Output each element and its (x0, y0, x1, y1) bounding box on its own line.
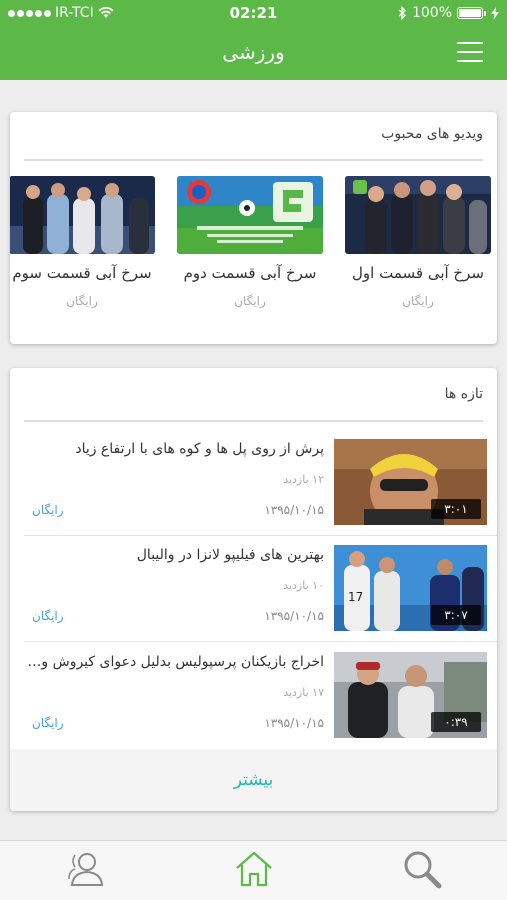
view-count: ۱۰ بازدید (283, 579, 324, 592)
menu-bar (457, 60, 483, 62)
video-title: اخراج بازیکنان پرسپولیس بدلیل دعوای کیرو… (24, 654, 324, 670)
video-thumbnail[interactable]: ۰:۳۹ (334, 652, 487, 738)
menu-button[interactable] (457, 42, 483, 64)
price-link[interactable]: رایگان (32, 716, 64, 730)
row-divider (24, 535, 497, 536)
price-link[interactable]: رایگان (32, 609, 64, 623)
latest-section-title: تازه ها (444, 386, 483, 402)
list-item[interactable]: 17 ۳:۰۷ بهترین های فیلیپو لانزا در والیب… (24, 545, 487, 651)
video-thumbnail[interactable] (345, 176, 491, 254)
popular-video-title: سرخ آبی قسمت اول (352, 264, 484, 282)
bluetooth-icon (398, 6, 406, 20)
svg-text:17: 17 (348, 590, 363, 604)
app-header: IR-TCI 02:21 100% ورزشی (0, 0, 507, 80)
status-bar: IR-TCI 02:21 100% (0, 0, 507, 28)
charging-icon (491, 6, 499, 20)
menu-bar (457, 51, 483, 53)
latest-videos-card: تازه ها ۳:۰۱ پرش از روی پل ها و کوه های … (10, 368, 497, 811)
video-thumbnail[interactable] (177, 176, 323, 254)
video-thumbnail[interactable]: ۳:۰۱ (334, 439, 487, 525)
battery-percent: 100% (411, 5, 452, 21)
section-divider (24, 159, 483, 161)
tab-home[interactable] (232, 847, 276, 891)
video-duration: ۳:۰۱ (431, 499, 481, 519)
popular-video-price: رایگان (402, 294, 434, 308)
view-count: ۱۲ بازدید (283, 473, 324, 486)
view-count: ۱۷ بازدید (283, 686, 324, 699)
publish-date: ۱۳۹۵/۱۰/۱۵ (264, 716, 324, 730)
popular-video-item[interactable]: سرخ آبی قسمت دوم رایگان (177, 176, 323, 308)
popular-videos-card: ویدیو های محبوب سرخ آبی قسمت اول رایگان (10, 112, 497, 344)
tab-profile[interactable] (63, 847, 107, 891)
list-item[interactable]: ۳:۰۱ پرش از روی پل ها و کوه های با ارتفا… (24, 439, 487, 545)
more-button[interactable]: بیشتر (10, 749, 497, 811)
row-divider (24, 641, 497, 642)
popular-video-title: سرخ آبی قسمت دوم (183, 264, 317, 282)
publish-date: ۱۳۹۵/۱۰/۱۵ (264, 609, 324, 623)
popular-video-item[interactable]: سرخ آبی قسمت اول رایگان (345, 176, 491, 308)
popular-video-title: سرخ آبی قسمت سوم (12, 264, 152, 282)
video-title: پرش از روی پل ها و کوه های با ارتفاع زیا… (75, 441, 324, 457)
home-icon (236, 851, 272, 887)
tab-search[interactable] (400, 847, 444, 891)
price-link[interactable]: رایگان (32, 503, 64, 517)
video-duration: ۳:۰۷ (431, 605, 481, 625)
list-item[interactable]: ۰:۳۹ اخراج بازیکنان پرسپولیس بدلیل دعوای… (24, 652, 487, 758)
search-icon (404, 851, 442, 889)
publish-date: ۱۳۹۵/۱۰/۱۵ (264, 503, 324, 517)
popular-video-item[interactable]: سرخ آبی قسمت سوم رایگان (10, 176, 155, 308)
popular-video-price: رایگان (234, 294, 266, 308)
menu-bar (457, 42, 483, 44)
profile-icon (68, 853, 104, 886)
video-thumbnail[interactable] (10, 176, 155, 254)
video-thumbnail[interactable]: 17 ۳:۰۷ (334, 545, 487, 631)
status-right: 100% (398, 5, 499, 21)
section-divider (24, 420, 483, 422)
page-title: ورزشی (222, 40, 285, 64)
battery-tip (484, 10, 486, 16)
popular-section-title: ویدیو های محبوب (381, 126, 483, 142)
video-duration: ۰:۳۹ (431, 712, 481, 732)
video-title: بهترین های فیلیپو لانزا در والیبال (136, 547, 324, 563)
popular-video-price: رایگان (66, 294, 98, 308)
bottom-tab-bar (0, 840, 507, 900)
battery-icon (457, 7, 483, 19)
